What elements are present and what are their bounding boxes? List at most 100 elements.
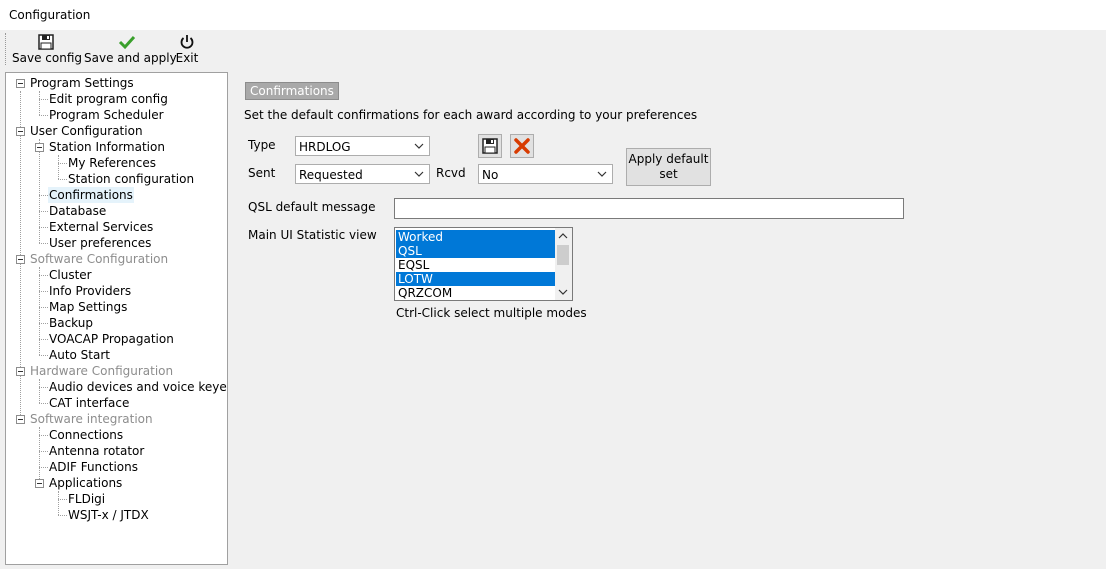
window-title: Configuration: [9, 8, 91, 22]
tree-node-external-services[interactable]: External Services: [49, 219, 153, 235]
tree-line: [39, 379, 40, 403]
type-select[interactable]: HRDLOG: [295, 136, 430, 156]
tree-node-edit-program-config[interactable]: Edit program config: [49, 91, 168, 107]
tree-node-auto-start[interactable]: Auto Start: [49, 347, 110, 363]
collapse-applications-icon[interactable]: [35, 479, 44, 488]
tree-node-software-integration[interactable]: Software integration: [30, 411, 153, 427]
save-set-button[interactable]: [478, 134, 502, 158]
tree-node-antenna-rotator[interactable]: Antenna rotator: [49, 443, 144, 459]
tree-node-cluster[interactable]: Cluster: [49, 267, 92, 283]
tree-line: [39, 323, 48, 324]
tree-node-map-settings[interactable]: Map Settings: [49, 299, 127, 315]
tree-node-program-scheduler[interactable]: Program Scheduler: [49, 107, 164, 123]
tree-node-backup[interactable]: Backup: [49, 315, 93, 331]
rcvd-select[interactable]: No: [478, 164, 613, 184]
tree-line: [39, 307, 48, 308]
chevron-down-icon[interactable]: [558, 288, 568, 296]
tree-node-applications[interactable]: Applications: [49, 475, 122, 491]
list-item[interactable]: EQSL: [396, 258, 555, 272]
tree-line: [39, 435, 48, 436]
tree-line: [39, 115, 48, 116]
tree-node-station-configuration[interactable]: Station configuration: [68, 171, 194, 187]
tree-node-audio-devices[interactable]: Audio devices and voice keyer: [49, 379, 227, 395]
power-icon: [180, 35, 194, 49]
title-bar: Configuration: [0, 0, 1106, 30]
chevron-down-icon: [597, 171, 607, 177]
collapse-user-configuration-icon[interactable]: [16, 127, 25, 136]
floppy-disk-icon: [38, 34, 54, 50]
tree-line: [39, 467, 48, 468]
collapse-software-integration-icon[interactable]: [16, 415, 25, 424]
tree-line: [39, 211, 48, 212]
tree-line: [58, 515, 67, 516]
tree-line: [39, 195, 48, 196]
tree-node-connections[interactable]: Connections: [49, 427, 123, 443]
scrollbar-thumb[interactable]: [557, 245, 569, 265]
tree-line: [58, 163, 67, 164]
tree-line: [58, 179, 67, 180]
tree-node-confirmations[interactable]: Confirmations: [48, 187, 134, 203]
tree-line: [39, 227, 48, 228]
sent-select[interactable]: Requested: [295, 164, 430, 184]
toolbar-grip: [5, 33, 8, 65]
statistic-view-label: Main UI Statistic view: [248, 228, 377, 242]
floppy-disk-icon: [482, 138, 498, 154]
tree-node-my-references[interactable]: My References: [68, 155, 156, 171]
tree-line: [58, 155, 59, 179]
collapse-station-information-icon[interactable]: [35, 143, 44, 152]
tree-line: [39, 387, 48, 388]
chevron-up-icon[interactable]: [558, 232, 568, 240]
apply-default-line2: set: [659, 167, 678, 181]
delete-set-button[interactable]: [510, 134, 534, 158]
collapse-hardware-configuration-icon[interactable]: [16, 367, 25, 376]
section-title: Confirmations: [245, 82, 339, 100]
tree-line: [58, 491, 59, 515]
collapse-program-settings-icon[interactable]: [16, 79, 25, 88]
tree-node-software-configuration[interactable]: Software Configuration: [30, 251, 168, 267]
settings-tree[interactable]: Program Settings Edit program config Pro…: [5, 72, 228, 565]
save-and-apply-button[interactable]: Save and apply: [84, 33, 177, 67]
tree-line: [39, 291, 48, 292]
listbox-scrollbar[interactable]: [555, 228, 572, 300]
sent-value: Requested: [299, 168, 363, 182]
sent-label: Sent: [248, 166, 276, 180]
qsl-message-label: QSL default message: [248, 200, 376, 214]
tree-node-user-preferences[interactable]: User preferences: [49, 235, 151, 251]
tree-node-fldigi[interactable]: FLDigi: [68, 491, 105, 507]
tree-line: [39, 403, 48, 404]
tree-node-voacap-propagation[interactable]: VOACAP Propagation: [49, 331, 174, 347]
multi-select-hint: Ctrl-Click select multiple modes: [396, 306, 587, 320]
tree-line: [39, 91, 40, 115]
apply-default-line1: Apply default: [628, 152, 709, 166]
save-config-button[interactable]: Save config: [12, 33, 82, 67]
tree-line: [39, 451, 48, 452]
tree-node-cat-interface[interactable]: CAT interface: [49, 395, 129, 411]
list-item[interactable]: QSL: [396, 244, 555, 258]
save-and-apply-label: Save and apply: [84, 51, 177, 65]
tree-node-info-providers[interactable]: Info Providers: [49, 283, 131, 299]
tree-node-user-configuration[interactable]: User Configuration: [30, 123, 143, 139]
list-item[interactable]: QRZCOM: [396, 286, 555, 300]
tree-node-program-settings[interactable]: Program Settings: [30, 75, 134, 91]
chevron-down-icon: [414, 171, 424, 177]
statistic-view-listbox[interactable]: Worked QSL EQSL LOTW QRZCOM: [394, 227, 573, 301]
close-icon: [514, 138, 530, 154]
tree-line: [39, 243, 48, 244]
list-item[interactable]: Worked: [396, 230, 555, 244]
tree-node-hardware-configuration[interactable]: Hardware Configuration: [30, 363, 173, 379]
collapse-software-configuration-icon[interactable]: [16, 255, 25, 264]
tree-node-database[interactable]: Database: [49, 203, 106, 219]
rcvd-label: Rcvd: [436, 166, 466, 180]
tree-node-wsjtx[interactable]: WSJT-x / JTDX: [68, 507, 149, 523]
description-text: Set the default confirmations for each a…: [244, 108, 698, 122]
save-config-label: Save config: [12, 51, 82, 65]
rcvd-value: No: [482, 168, 499, 182]
tree-node-adif-functions[interactable]: ADIF Functions: [49, 459, 138, 475]
qsl-message-input[interactable]: [394, 198, 904, 219]
tree-line: [58, 499, 67, 500]
apply-default-set-button[interactable]: Apply default set: [626, 148, 711, 186]
tree-line: [39, 267, 40, 355]
list-item[interactable]: LOTW: [396, 272, 555, 286]
tree-node-station-information[interactable]: Station Information: [49, 139, 165, 155]
exit-button[interactable]: Exit: [175, 33, 199, 67]
